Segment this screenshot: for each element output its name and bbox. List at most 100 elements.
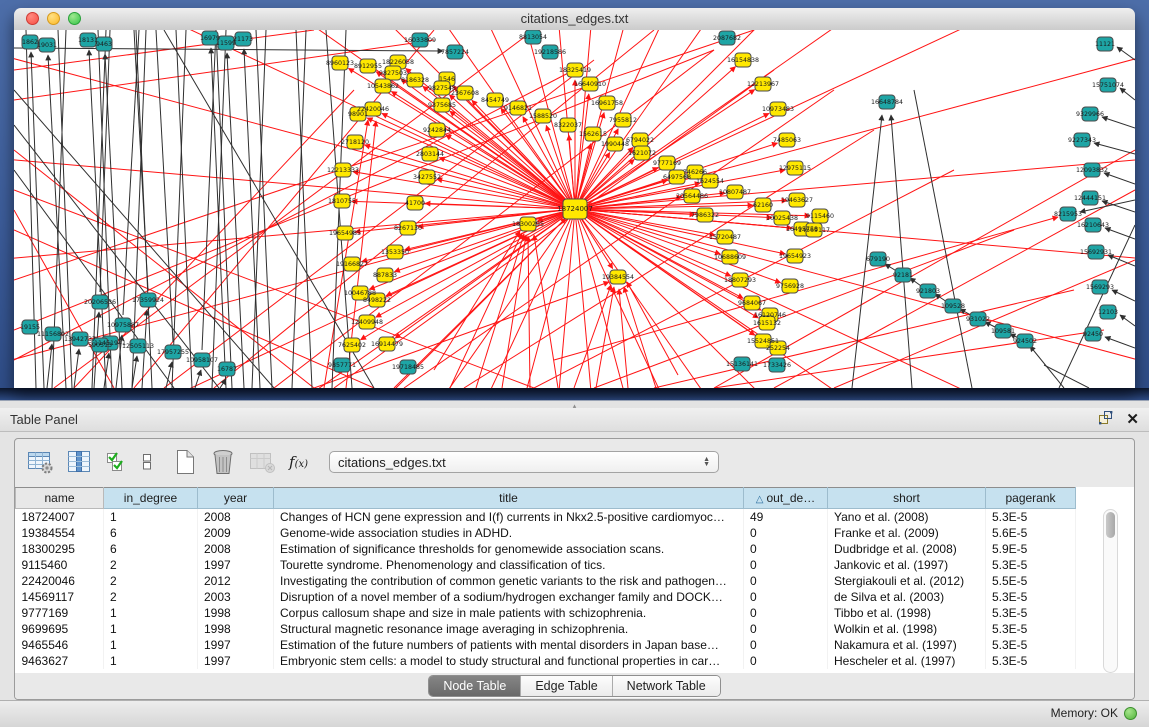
scrollbar-thumb[interactable]	[1106, 512, 1115, 538]
table-cell[interactable]: 1	[104, 637, 198, 653]
table-cell[interactable]: 2003	[198, 589, 274, 605]
table-cell[interactable]: 0	[744, 573, 828, 589]
table-cell[interactable]: Corpus callosum shape and size in male p…	[274, 605, 744, 621]
table-cell[interactable]: 0	[744, 525, 828, 541]
table-row[interactable]: 977716911998Corpus callosum shape and si…	[16, 605, 1076, 621]
table-cell[interactable]: 9115460	[16, 557, 104, 573]
column-header-short[interactable]: short	[828, 488, 986, 509]
table-cell[interactable]: Hescheler et al. (1997)	[828, 653, 986, 669]
table-row[interactable]: 946554611997Estimation of the future num…	[16, 637, 1076, 653]
table-cell[interactable]: 18300295	[16, 541, 104, 557]
network-window[interactable]: citations_edges.txt 18325419166409101615…	[14, 8, 1135, 388]
table-scrollbar[interactable]	[1103, 509, 1118, 673]
table-cell[interactable]: 2008	[198, 541, 274, 557]
table-cell[interactable]: 5.3E-5	[986, 605, 1076, 621]
table-cell[interactable]: 1	[104, 509, 198, 525]
table-cell[interactable]: 9777169	[16, 605, 104, 621]
float-panel-icon[interactable]	[1098, 410, 1113, 430]
table-cell[interactable]: Franke et al. (2009)	[828, 525, 986, 541]
table-cell[interactable]: 0	[744, 541, 828, 557]
network-graph[interactable]: 1832541916640910161548381221396716961758…	[14, 30, 1135, 388]
table-cell[interactable]: 6	[104, 525, 198, 541]
close-panel-icon[interactable]: ✕	[1126, 411, 1139, 429]
table-cell[interactable]: 5.6E-5	[986, 525, 1076, 541]
tab-node-table[interactable]: Node Table	[429, 676, 520, 696]
table-cell[interactable]: Nakamura et al. (1997)	[828, 637, 986, 653]
select-rows-icon[interactable]	[105, 449, 127, 475]
table-cell[interactable]: Yano et al. (2008)	[828, 509, 986, 525]
table-cell[interactable]: 14569117	[16, 589, 104, 605]
table-cell[interactable]: 2	[104, 557, 198, 573]
table-cell[interactable]: 9465546	[16, 637, 104, 653]
table-cell[interactable]: 1997	[198, 637, 274, 653]
table-row[interactable]: 1456911722003Disruption of a novel membe…	[16, 589, 1076, 605]
table-cell[interactable]: 0	[744, 557, 828, 573]
show-columns-icon[interactable]	[67, 449, 92, 475]
table-cell[interactable]: 0	[744, 605, 828, 621]
table-cell[interactable]: 2	[104, 573, 198, 589]
table-cell[interactable]: Jankovic et al. (1997)	[828, 557, 986, 573]
column-header-indegree[interactable]: in_degree	[104, 488, 198, 509]
function-builder-icon[interactable]: f(x)	[289, 453, 308, 471]
memory-ok-icon[interactable]	[1124, 707, 1137, 720]
table-cell[interactable]: 2012	[198, 573, 274, 589]
table-row[interactable]: 2242004622012Investigating the contribut…	[16, 573, 1076, 589]
table-cell[interactable]: 1998	[198, 605, 274, 621]
table-cell[interactable]: Estimation of significance thresholds fo…	[274, 541, 744, 557]
table-cell[interactable]: 5.3E-5	[986, 621, 1076, 637]
table-cell[interactable]: 49	[744, 509, 828, 525]
table-cell[interactable]: 19384554	[16, 525, 104, 541]
import-table-icon[interactable]	[249, 449, 276, 475]
column-header-pagerank[interactable]: pagerank	[986, 488, 1076, 509]
table-cell[interactable]: Investigating the contribution of common…	[274, 573, 744, 589]
table-cell[interactable]: 5.3E-5	[986, 509, 1076, 525]
table-cell[interactable]: 5.3E-5	[986, 589, 1076, 605]
table-cell[interactable]: 1	[104, 653, 198, 669]
table-cell[interactable]: 0	[744, 637, 828, 653]
table-cell[interactable]: 9699695	[16, 621, 104, 637]
table-settings-icon[interactable]	[27, 449, 54, 475]
table-cell[interactable]: Tourette syndrome. Phenomenology and cla…	[274, 557, 744, 573]
column-header-title[interactable]: title	[274, 488, 744, 509]
table-cell[interactable]: 1997	[198, 653, 274, 669]
table-cell[interactable]: 5.9E-5	[986, 541, 1076, 557]
network-canvas[interactable]: 1832541916640910161548381221396716961758…	[14, 30, 1135, 388]
tab-edge-table[interactable]: Edge Table	[520, 676, 611, 696]
table-cell[interactable]: Embryonic stem cells: a model to study s…	[274, 653, 744, 669]
table-cell[interactable]: Stergiakouli et al. (2012)	[828, 573, 986, 589]
table-cell[interactable]: 9463627	[16, 653, 104, 669]
table-cell[interactable]: 1998	[198, 621, 274, 637]
table-cell[interactable]: Structural magnetic resonance image aver…	[274, 621, 744, 637]
table-select-dropdown[interactable]: citations_edges.txt ▲▼	[329, 451, 719, 473]
table-cell[interactable]: 2009	[198, 525, 274, 541]
table-cell[interactable]: de Silva et al. (2003)	[828, 589, 986, 605]
table-cell[interactable]: 1997	[198, 557, 274, 573]
table-cell[interactable]: Disruption of a novel member of a sodium…	[274, 589, 744, 605]
table-cell[interactable]: 2	[104, 589, 198, 605]
table-cell[interactable]: Wolkin et al. (1998)	[828, 621, 986, 637]
table-cell[interactable]: 5.5E-5	[986, 573, 1076, 589]
table-cell[interactable]: 22420046	[16, 573, 104, 589]
column-header-year[interactable]: year	[198, 488, 274, 509]
table-row[interactable]: 1872400712008Changes of HCN gene express…	[16, 509, 1076, 525]
tab-network-table[interactable]: Network Table	[612, 676, 720, 696]
table-cell[interactable]: 5.3E-5	[986, 637, 1076, 653]
table-cell[interactable]: 1	[104, 605, 198, 621]
table-cell[interactable]: Genome-wide association studies in ADHD.	[274, 525, 744, 541]
column-header-name[interactable]: name	[16, 488, 104, 509]
table-cell[interactable]: 5.3E-5	[986, 557, 1076, 573]
table-cell[interactable]: Estimation of the future numbers of pati…	[274, 637, 744, 653]
delete-icon[interactable]	[210, 448, 236, 476]
table-cell[interactable]: 18724007	[16, 509, 104, 525]
table-cell[interactable]: 6	[104, 541, 198, 557]
table-cell[interactable]: 0	[744, 621, 828, 637]
table-row[interactable]: 946362711997Embryonic stem cells: a mode…	[16, 653, 1076, 669]
table-cell[interactable]: 0	[744, 653, 828, 669]
table-cell[interactable]: Tibbo et al. (1998)	[828, 605, 986, 621]
table-row[interactable]: 969969511998Structural magnetic resonanc…	[16, 621, 1076, 637]
table-row[interactable]: 1938455462009Genome-wide association stu…	[16, 525, 1076, 541]
table-cell[interactable]: 0	[744, 589, 828, 605]
table-row[interactable]: 911546021997Tourette syndrome. Phenomeno…	[16, 557, 1076, 573]
table-cell[interactable]: 2008	[198, 509, 274, 525]
column-header-outde[interactable]: △out_de…	[744, 488, 828, 509]
